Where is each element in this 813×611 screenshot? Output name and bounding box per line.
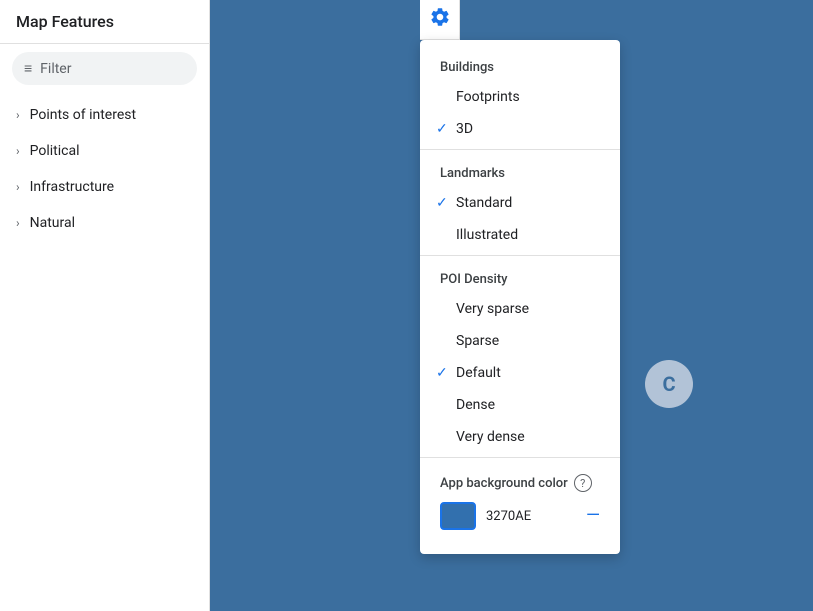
item-label: Very sparse — [456, 301, 529, 317]
nav-item-natural[interactable]: › Natural — [0, 205, 209, 241]
chevron-icon: › — [16, 180, 20, 194]
item-3d[interactable]: 3D — [420, 113, 620, 145]
item-label: Default — [456, 365, 501, 381]
chevron-icon: › — [16, 216, 20, 230]
nav-item-political[interactable]: › Political — [0, 133, 209, 169]
gear-button-area[interactable] — [420, 0, 460, 40]
sidebar-title: Map Features — [16, 12, 114, 31]
item-footprints[interactable]: Footprints — [420, 81, 620, 113]
item-dense[interactable]: Dense — [420, 389, 620, 421]
help-question-mark: ? — [580, 477, 585, 490]
chevron-icon: › — [16, 144, 20, 158]
item-illustrated[interactable]: Illustrated — [420, 219, 620, 251]
item-default[interactable]: Default — [420, 357, 620, 389]
divider-2 — [420, 255, 620, 256]
nav-item-label: Infrastructure — [30, 179, 114, 195]
app-bg-label-row: App background color ? — [440, 474, 600, 492]
map-area: Buildings Footprints 3D Landmarks Standa… — [210, 0, 813, 611]
item-label: Dense — [456, 397, 495, 413]
nav-item-label: Points of interest — [30, 107, 136, 123]
reset-color-button[interactable]: — — [586, 507, 600, 525]
item-label: Very dense — [456, 429, 525, 445]
chevron-icon: › — [16, 108, 20, 122]
item-label: 3D — [456, 121, 473, 137]
item-label: Illustrated — [456, 227, 518, 243]
filter-label: Filter — [40, 61, 71, 77]
color-value[interactable]: 3270AE — [486, 509, 556, 524]
app-bg-label: App background color — [440, 476, 568, 491]
nav-item-poi[interactable]: › Points of interest — [0, 97, 209, 133]
item-standard[interactable]: Standard — [420, 187, 620, 219]
item-label: Footprints — [456, 89, 520, 105]
item-very-dense[interactable]: Very dense — [420, 421, 620, 453]
app-bg-section: App background color ? 3270AE — — [420, 462, 620, 538]
item-very-sparse[interactable]: Very sparse — [420, 293, 620, 325]
nav-item-label: Political — [30, 143, 80, 159]
map-spinner: C — [645, 360, 693, 408]
divider-1 — [420, 149, 620, 150]
color-row: 3270AE — — [440, 502, 600, 530]
nav-list: › Points of interest › Political › Infra… — [0, 93, 209, 245]
filter-icon: ≡ — [24, 60, 32, 77]
sidebar-header: Map Features — [0, 0, 209, 44]
gear-icon[interactable] — [429, 6, 451, 33]
spinner-letter: C — [662, 372, 675, 396]
section-title-poi-density: POI Density — [420, 260, 620, 293]
sidebar: Map Features ≡ Filter › Points of intere… — [0, 0, 210, 611]
section-title-buildings: Buildings — [420, 48, 620, 81]
nav-item-infrastructure[interactable]: › Infrastructure — [0, 169, 209, 205]
settings-dropdown: Buildings Footprints 3D Landmarks Standa… — [420, 40, 620, 554]
nav-item-label: Natural — [30, 215, 75, 231]
filter-bar[interactable]: ≡ Filter — [12, 52, 197, 85]
help-icon[interactable]: ? — [574, 474, 592, 492]
divider-3 — [420, 457, 620, 458]
item-label: Sparse — [456, 333, 499, 349]
item-label: Standard — [456, 195, 512, 211]
item-sparse[interactable]: Sparse — [420, 325, 620, 357]
color-swatch[interactable] — [440, 502, 476, 530]
section-title-landmarks: Landmarks — [420, 154, 620, 187]
